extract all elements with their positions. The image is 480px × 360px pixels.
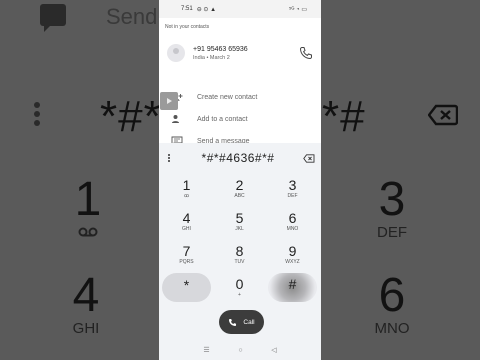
status-indicators: ⊖ ⊙ ▲ xyxy=(196,6,217,13)
suggested-detail: India • March 2 xyxy=(193,54,230,61)
big-key-1: 1 xyxy=(70,176,106,242)
key-2[interactable]: 2 ABC xyxy=(215,174,264,203)
key-hash[interactable]: # xyxy=(268,273,317,302)
create-new-contact-action[interactable]: Create new contact xyxy=(159,86,321,108)
add-to-contact-label: Add to a contact xyxy=(197,115,248,123)
backspace-icon[interactable] xyxy=(303,153,315,163)
voicemail-icon xyxy=(78,227,98,237)
call-label: Call xyxy=(243,318,255,326)
status-right-icons: ⁵ᴳ ◔ ▭ xyxy=(288,6,307,13)
dial-entry-row: *#*#4636#*# xyxy=(159,143,321,173)
recents-nav-icon[interactable]: ☰ xyxy=(203,346,209,354)
avatar xyxy=(167,44,185,62)
key-1[interactable]: 1ꝏ xyxy=(162,174,211,203)
send-text: Send xyxy=(106,4,158,29)
key-6[interactable]: 6 MNO xyxy=(268,207,317,236)
play-overlay-icon xyxy=(160,92,178,110)
more-options-icon xyxy=(34,102,40,129)
key-3[interactable]: 3 DEF xyxy=(268,174,317,203)
not-in-contacts-header: Not in your contacts xyxy=(165,24,210,30)
big-number-right: *# xyxy=(322,92,366,141)
voicemail-icon: ꝏ xyxy=(183,193,190,199)
key-5[interactable]: 5 JKL xyxy=(215,207,264,236)
back-nav-icon[interactable]: ◁ xyxy=(271,346,276,354)
phone-icon xyxy=(229,318,237,326)
big-number-left: *#* xyxy=(100,92,162,141)
status-bar: 7:51 ⊖ ⊙ ▲ ⁵ᴳ ◔ ▭ xyxy=(159,0,321,18)
key-star[interactable]: * xyxy=(162,273,211,302)
dialpad: *#*#4636#*# 1ꝏ 2 ABC 3 DEF 4 GHI 5 JKL 6 MNO … xyxy=(159,143,321,360)
suggested-number: +91 95463 65936 xyxy=(193,45,248,53)
big-key-6: 6 MNO xyxy=(374,269,410,338)
navigation-bar: ☰ ○ ◁ xyxy=(159,341,321,359)
suggested-number-row[interactable]: +91 95463 65936 India • March 2 xyxy=(159,38,321,68)
big-key-4: 4 GHI xyxy=(72,269,100,338)
key-9[interactable]: 9 WXYZ xyxy=(268,240,317,269)
message-icon xyxy=(40,4,66,32)
add-to-contact-action[interactable]: Add to a contact xyxy=(159,108,321,130)
keypad-grid: 1ꝏ 2 ABC 3 DEF 4 GHI 5 JKL 6 MNO 7 PQRS 8 TUV 9… xyxy=(162,174,318,302)
backspace-icon xyxy=(428,104,458,126)
key-8[interactable]: 8 TUV xyxy=(215,240,264,269)
home-nav-icon[interactable]: ○ xyxy=(238,347,242,354)
key-0[interactable]: 0 + xyxy=(215,273,264,302)
overflow-menu-icon[interactable] xyxy=(165,154,173,162)
dialed-number[interactable]: *#*#4636#*# xyxy=(173,151,303,165)
key-7[interactable]: 7 PQRS xyxy=(162,240,211,269)
create-new-contact-label: Create new contact xyxy=(197,93,258,101)
phone-screen: 7:51 ⊖ ⊙ ▲ ⁵ᴳ ◔ ▭ Not in your contacts +… xyxy=(159,0,321,360)
phone-call-icon[interactable] xyxy=(299,46,313,60)
person-plus-icon xyxy=(169,113,185,125)
big-key-3: 3 DEF xyxy=(377,173,407,242)
key-4[interactable]: 4 GHI xyxy=(162,207,211,236)
status-time: 7:51 xyxy=(181,6,193,12)
call-button[interactable]: Call xyxy=(219,310,264,334)
